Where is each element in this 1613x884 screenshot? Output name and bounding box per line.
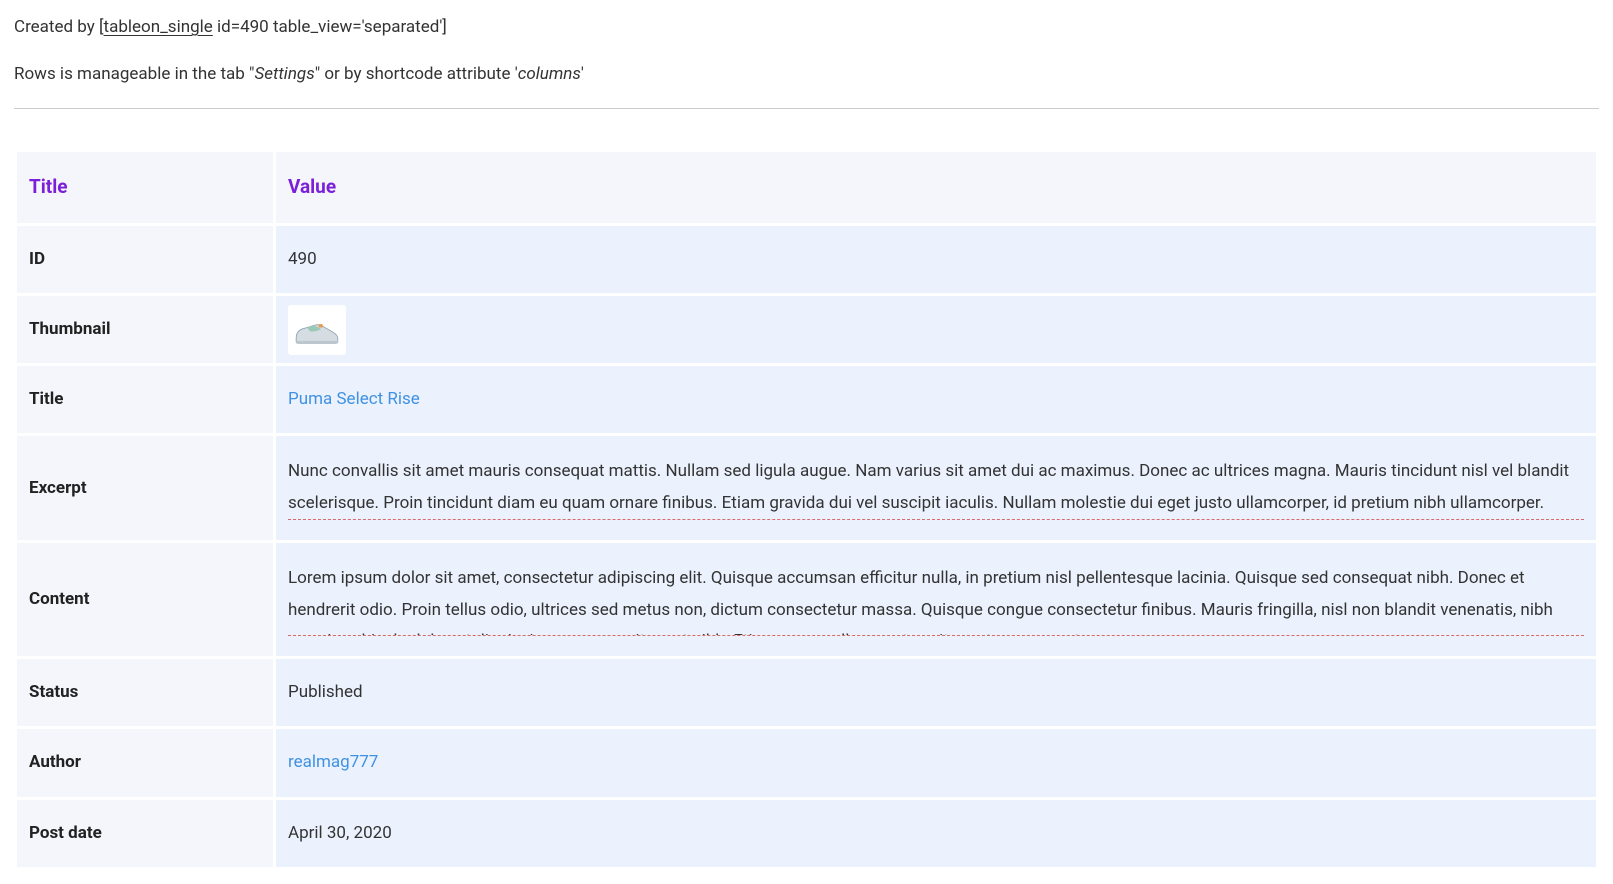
post-title-link[interactable]: Puma Select Rise xyxy=(288,389,420,409)
table-row: Thumbnail xyxy=(17,296,1596,363)
table-header-row: Title Value xyxy=(17,152,1596,222)
row-label-author: Author xyxy=(17,729,273,796)
header-title: Title xyxy=(17,152,273,222)
sneaker-icon xyxy=(292,310,342,350)
row-label-id: ID xyxy=(17,226,273,293)
table-row: Post date April 30, 2020 xyxy=(17,800,1596,867)
row-value-status: Published xyxy=(276,659,1596,726)
divider xyxy=(14,108,1599,109)
row-value-content: Lorem ipsum dolor sit amet, consectetur … xyxy=(276,543,1596,656)
excerpt-text: Nunc convallis sit amet mauris consequat… xyxy=(288,456,1584,520)
intro-line-2: Rows is manageable in the tab "Settings"… xyxy=(14,61,1599,88)
intro-text: Created by [tableon_single id=490 table_… xyxy=(14,14,1599,88)
row-value-thumbnail xyxy=(276,296,1596,363)
table-row: Author realmag777 xyxy=(17,729,1596,796)
row-value-author: realmag777 xyxy=(276,729,1596,796)
table-row: Excerpt Nunc convallis sit amet mauris c… xyxy=(17,436,1596,540)
row-label-title: Title xyxy=(17,366,273,433)
row-label-status: Status xyxy=(17,659,273,726)
thumbnail-image[interactable] xyxy=(288,305,346,355)
table-row: Status Published xyxy=(17,659,1596,726)
row-label-thumbnail: Thumbnail xyxy=(17,296,273,363)
author-link[interactable]: realmag777 xyxy=(288,752,378,772)
row-value-excerpt: Nunc convallis sit amet mauris consequat… xyxy=(276,436,1596,540)
row-label-content: Content xyxy=(17,543,273,656)
header-value: Value xyxy=(276,152,1596,222)
table-row: Title Puma Select Rise xyxy=(17,366,1596,433)
intro-l2-a: Rows is manageable in the tab " xyxy=(14,64,254,84)
table-row: ID 490 xyxy=(17,226,1596,293)
row-value-postdate: April 30, 2020 xyxy=(276,800,1596,867)
intro-line-1: Created by [tableon_single id=490 table_… xyxy=(14,14,1599,41)
intro-suffix: id=490 table_view='separated'] xyxy=(213,17,447,37)
intro-l2-b: " or by shortcode attribute ' xyxy=(315,64,518,84)
columns-word: columns xyxy=(518,64,581,84)
row-label-excerpt: Excerpt xyxy=(17,436,273,540)
settings-word: Settings xyxy=(254,64,314,84)
table-row: Content Lorem ipsum dolor sit amet, cons… xyxy=(17,543,1596,656)
row-value-id: 490 xyxy=(276,226,1596,293)
intro-l2-c: ' xyxy=(581,64,584,84)
shortcode-name: tableon_single xyxy=(104,17,213,37)
content-text: Lorem ipsum dolor sit amet, consectetur … xyxy=(288,563,1584,636)
row-value-title: Puma Select Rise xyxy=(276,366,1596,433)
row-label-postdate: Post date xyxy=(17,800,273,867)
intro-prefix: Created by [ xyxy=(14,17,104,37)
post-data-table: Title Value ID 490 Thumbnail xyxy=(14,149,1599,869)
